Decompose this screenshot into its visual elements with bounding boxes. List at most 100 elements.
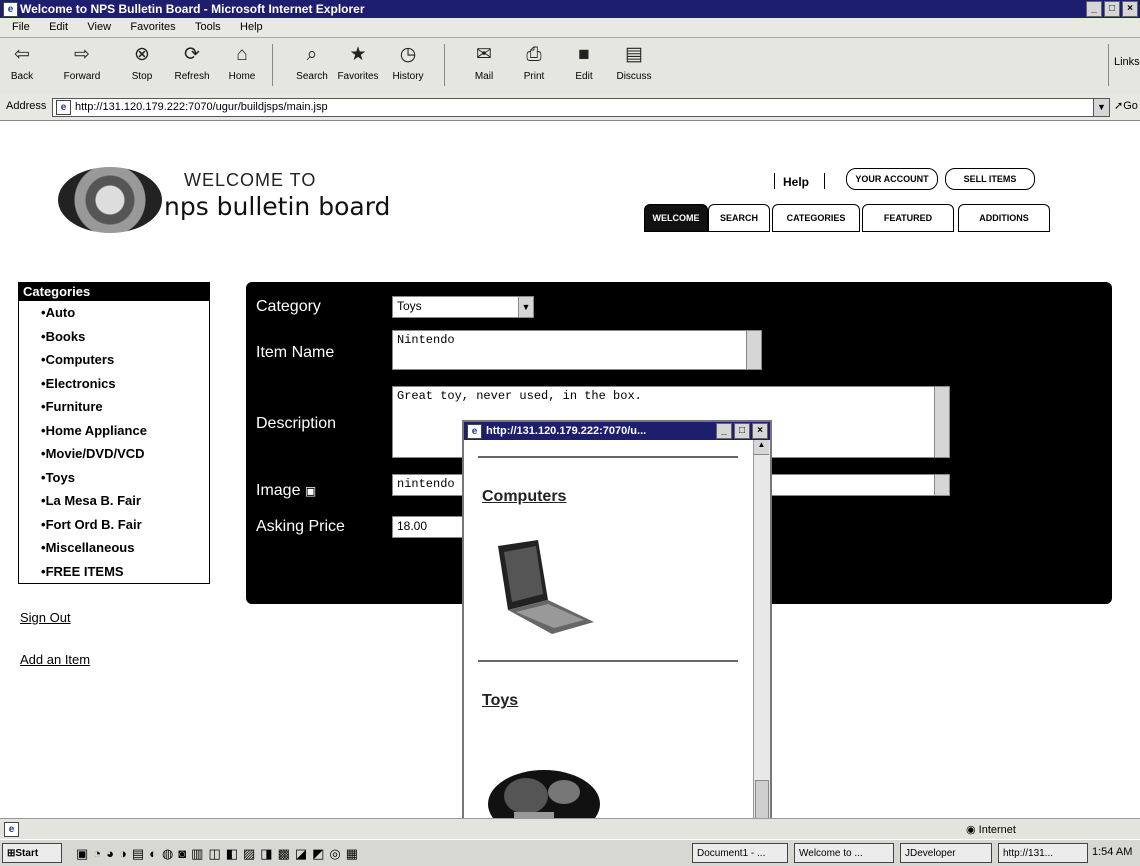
sell-items-button[interactable]: SELL ITEMS bbox=[945, 168, 1035, 190]
category-item[interactable]: •Home Appliance bbox=[19, 419, 209, 443]
zone-indicator: ◉ Internet bbox=[966, 824, 1016, 836]
history-icon: ◷ bbox=[399, 44, 417, 65]
maximize-button[interactable]: □ bbox=[1104, 1, 1120, 17]
image-info-icon: ▣ bbox=[304, 484, 317, 498]
item-name-value: Nintendo bbox=[397, 333, 455, 347]
item-name-scrollbar[interactable] bbox=[746, 331, 761, 369]
ie-icon: e bbox=[467, 424, 482, 439]
category-item[interactable]: •Miscellaneous bbox=[19, 536, 209, 560]
category-item[interactable]: •Toys bbox=[19, 466, 209, 490]
tab-categories[interactable]: CATEGORIES bbox=[772, 204, 860, 232]
categories-heading: Categories bbox=[19, 283, 209, 301]
page-icon: e bbox=[56, 100, 71, 115]
popup-minimize-button[interactable]: _ bbox=[716, 423, 732, 439]
scroll-up-icon[interactable]: ▲ bbox=[754, 440, 769, 455]
taskbar-welcome[interactable]: Welcome to ... bbox=[794, 843, 894, 863]
category-item[interactable]: •Books bbox=[19, 325, 209, 349]
history-button[interactable]: ◷ History bbox=[386, 42, 430, 82]
back-arrow-icon: ⇦ bbox=[14, 44, 30, 65]
category-item[interactable]: •Furniture bbox=[19, 395, 209, 419]
stop-icon: ⊗ bbox=[134, 44, 150, 65]
toolbar: ⇦ Back ⇨ Forward ⊗ Stop ⟳ Refresh ⌂ Home ⌕ Sea… bbox=[0, 38, 1140, 95]
popup-title-bar[interactable]: e http://131.120.179.222:7070/u... _ □ × bbox=[464, 422, 770, 440]
category-item[interactable]: •Computers bbox=[19, 348, 209, 372]
window-title-bar[interactable]: e Welcome to NPS Bulletin Board - Micros… bbox=[0, 0, 1140, 18]
menu-edit[interactable]: Edit bbox=[49, 18, 68, 37]
category-item[interactable]: •Fort Ord B. Fair bbox=[19, 513, 209, 537]
favorites-label: Favorites bbox=[337, 71, 379, 82]
item-name-field[interactable]: Nintendo bbox=[392, 330, 762, 370]
quick-launch-icons[interactable]: ▣◔◕◑▤◐◍◙▥◫◧▨◨▩◪◩◎▦ bbox=[76, 846, 363, 862]
popup-close-button[interactable]: × bbox=[752, 423, 768, 439]
minimize-button[interactable]: _ bbox=[1086, 1, 1102, 17]
image-label: Image ▣ bbox=[256, 482, 317, 499]
go-button[interactable]: ➚Go bbox=[1114, 99, 1138, 112]
links-label[interactable]: Links bbox=[1114, 56, 1140, 68]
address-input[interactable]: e http://131.120.179.222:7070/ugur/build… bbox=[52, 98, 1110, 117]
menu-view[interactable]: View bbox=[87, 18, 111, 37]
favorites-button[interactable]: ★ Favorites bbox=[336, 42, 380, 82]
add-item-link[interactable]: Add an Item bbox=[20, 652, 90, 667]
tab-search[interactable]: SEARCH bbox=[708, 204, 770, 232]
mail-button[interactable]: ✉ Mail bbox=[462, 42, 506, 82]
search-button[interactable]: ⌕ Search bbox=[290, 42, 334, 82]
history-label: History bbox=[392, 71, 424, 82]
globe-icon: ◉ bbox=[966, 824, 976, 836]
home-button[interactable]: ⌂ Home bbox=[220, 42, 264, 82]
description-scrollbar[interactable] bbox=[934, 387, 949, 457]
category-item[interactable]: •Electronics bbox=[19, 372, 209, 396]
menu-file[interactable]: File bbox=[12, 18, 30, 37]
print-icon: ⎙ bbox=[526, 44, 542, 65]
help-link[interactable]: Help bbox=[783, 175, 809, 189]
popup-scrollbar[interactable]: ▲ bbox=[753, 440, 770, 842]
popup-section-toys[interactable]: Toys bbox=[482, 692, 518, 710]
refresh-button[interactable]: ⟳ Refresh bbox=[170, 42, 214, 82]
taskbar-popup[interactable]: http://131... bbox=[998, 843, 1088, 863]
sign-out-link[interactable]: Sign Out bbox=[20, 610, 71, 625]
taskbar-document1[interactable]: Document1 - ... bbox=[692, 843, 788, 863]
category-item[interactable]: •FREE ITEMS bbox=[19, 560, 209, 584]
toolbar-divider bbox=[272, 44, 273, 86]
price-label: Asking Price bbox=[256, 518, 345, 535]
address-dropdown-icon[interactable]: ▼ bbox=[1093, 99, 1109, 116]
menu-favorites[interactable]: Favorites bbox=[130, 18, 175, 37]
taskbar-jdeveloper[interactable]: JDeveloper bbox=[900, 843, 992, 863]
home-label: Home bbox=[228, 71, 256, 82]
edit-icon: ■ bbox=[578, 44, 590, 65]
forward-button[interactable]: ⇨ Forward bbox=[60, 42, 104, 82]
chevron-down-icon[interactable]: ▼ bbox=[518, 297, 533, 317]
item-name-label: Item Name bbox=[256, 344, 335, 361]
print-button[interactable]: ⎙ Print bbox=[512, 42, 556, 82]
forward-arrow-icon: ⇨ bbox=[74, 44, 90, 65]
print-label: Print bbox=[523, 71, 545, 82]
category-label: Category bbox=[256, 298, 321, 315]
popup-section-computers[interactable]: Computers bbox=[482, 488, 566, 506]
category-item[interactable]: •Movie/DVD/VCD bbox=[19, 442, 209, 466]
search-label: Search bbox=[296, 71, 328, 82]
description-value: Great toy, never used, in the box. bbox=[397, 389, 642, 403]
back-button[interactable]: ⇦ Back bbox=[0, 42, 44, 82]
category-select[interactable]: Toys ▼ bbox=[392, 296, 534, 318]
category-item[interactable]: •Auto bbox=[19, 301, 209, 325]
price-field[interactable]: 18.00 bbox=[392, 516, 472, 538]
close-button[interactable]: × bbox=[1122, 1, 1138, 17]
nps-seal-logo bbox=[58, 167, 162, 233]
refresh-icon: ⟳ bbox=[184, 44, 200, 65]
go-arrow-icon: ➚ bbox=[1114, 100, 1124, 112]
menu-help[interactable]: Help bbox=[240, 18, 263, 37]
your-account-button[interactable]: YOUR ACCOUNT bbox=[846, 168, 938, 190]
image-field-scrollbar[interactable] bbox=[934, 475, 949, 495]
mail-icon: ✉ bbox=[476, 44, 492, 65]
start-button[interactable]: ⊞Start bbox=[2, 843, 62, 863]
discuss-button[interactable]: ▤ Discuss bbox=[612, 42, 656, 82]
toolbar-divider bbox=[444, 44, 445, 86]
tab-welcome[interactable]: WELCOME bbox=[644, 204, 708, 232]
category-item[interactable]: •La Mesa B. Fair bbox=[19, 489, 209, 513]
popup-maximize-button[interactable]: □ bbox=[734, 423, 750, 439]
edit-button[interactable]: ■ Edit bbox=[562, 42, 606, 82]
tab-additions[interactable]: ADDITIONS bbox=[958, 204, 1050, 232]
status-page-icon: e bbox=[4, 822, 19, 837]
tab-featured[interactable]: FEATURED bbox=[862, 204, 954, 232]
menu-tools[interactable]: Tools bbox=[195, 18, 221, 37]
stop-button[interactable]: ⊗ Stop bbox=[120, 42, 164, 82]
